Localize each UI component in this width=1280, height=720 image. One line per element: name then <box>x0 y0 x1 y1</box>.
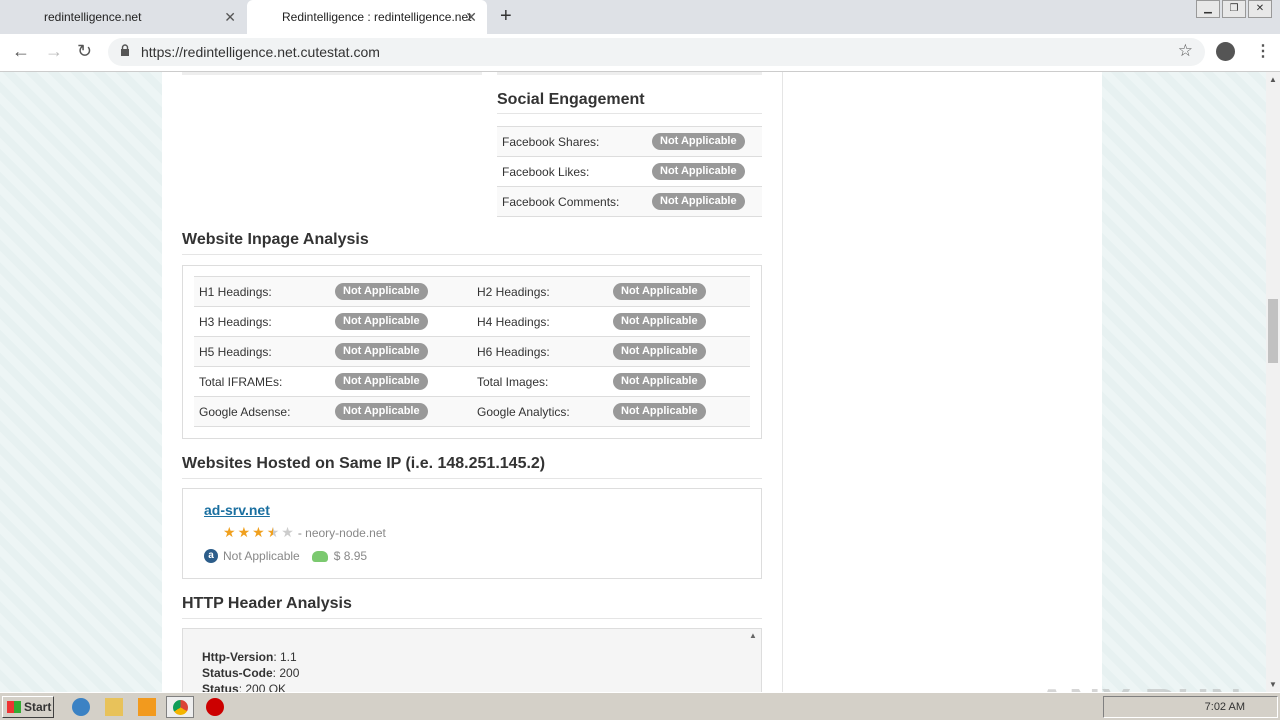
status-badge: Not Applicable <box>613 403 706 420</box>
menu-icon[interactable]: ⋮ <box>1255 41 1271 61</box>
status-badge: Not Applicable <box>613 283 706 300</box>
status-badge: Not Applicable <box>335 343 428 360</box>
social-row: Facebook Comments: Not Applicable <box>497 187 762 217</box>
hosted-site-link[interactable]: ad-srv.net <box>204 502 270 518</box>
http-line: Status-Code: 200 <box>202 666 300 680</box>
sidebar <box>782 72 1102 692</box>
table-row: H5 Headings: Not Applicable H6 Headings:… <box>194 336 750 367</box>
site-worth: $ 8.95 <box>333 549 368 563</box>
tab-active[interactable]: Redintelligence : redintelligence.net ✕ <box>247 0 487 34</box>
half-star-icon: ★ <box>266 524 280 540</box>
window-controls: ▁ ❐ ✕ <box>1194 0 1272 18</box>
social-heading: Social Engagement <box>497 91 645 108</box>
watermark: ANY RUN <box>1036 680 1243 692</box>
url-text: https://redintelligence.net.cutestat.com <box>141 44 380 60</box>
scroll-up-icon[interactable]: ▲ <box>1269 75 1277 84</box>
table-row: Total IFRAMEs: Not Applicable Total Imag… <box>194 366 750 397</box>
status-badge: Not Applicable <box>335 313 428 330</box>
status-badge: Not Applicable <box>652 133 745 150</box>
star-icon: ★ <box>252 524 265 540</box>
forward-icon[interactable]: → <box>45 41 63 62</box>
social-row: Facebook Shares: Not Applicable <box>497 127 762 157</box>
star-icon: ★ <box>223 524 236 540</box>
inpage-table: H1 Headings: Not Applicable H2 Headings:… <box>194 276 750 427</box>
site-meta: a Not Applicable $ 8.95 <box>204 549 367 563</box>
tab-title: redintelligence.net <box>44 10 142 24</box>
page-scrollbar[interactable]: ▲ ▼ <box>1266 72 1280 692</box>
minimize-icon[interactable]: ▁ <box>1196 0 1220 18</box>
account-icon[interactable] <box>1216 42 1235 61</box>
star-icon: ★ <box>281 524 294 540</box>
status-badge: Not Applicable <box>335 373 428 390</box>
folder-icon[interactable] <box>105 698 123 716</box>
http-heading: HTTP Header Analysis <box>182 595 352 612</box>
start-button[interactable]: Start <box>2 696 54 718</box>
lock-icon <box>121 44 129 56</box>
status-badge: Not Applicable <box>335 403 428 420</box>
http-line: Http-Version: 1.1 <box>202 650 297 664</box>
tab-title: Redintelligence : redintelligence.net <box>282 10 472 24</box>
media-player-icon[interactable] <box>138 698 156 716</box>
restore-icon[interactable]: ❐ <box>1222 0 1246 18</box>
status-badge: Not Applicable <box>613 343 706 360</box>
browser-toolbar: ← → ↻ https://redintelligence.net.cutest… <box>0 34 1280 72</box>
status-badge: Not Applicable <box>652 163 745 180</box>
alexa-icon: a <box>204 549 218 563</box>
status-badge: Not Applicable <box>613 313 706 330</box>
hosted-heading: Websites Hosted on Same IP (i.e. 148.251… <box>182 455 546 472</box>
new-tab-icon[interactable]: + <box>500 5 512 28</box>
chrome-taskbar-button[interactable] <box>166 696 194 718</box>
opera-icon[interactable] <box>206 698 224 716</box>
related-site: - neory-node.net <box>297 525 386 540</box>
system-tray: 7:02 AM <box>1103 696 1278 718</box>
inner-scrollbar[interactable]: ▲ <box>747 631 759 692</box>
status-badge: Not Applicable <box>652 193 745 210</box>
inpage-heading: Website Inpage Analysis <box>182 231 369 248</box>
scroll-down-icon[interactable]: ▼ <box>1269 680 1277 689</box>
main-content: Social Engagement Facebook Shares: Not A… <box>162 72 782 692</box>
inpage-panel: H1 Headings: Not Applicable H2 Headings:… <box>182 265 762 439</box>
tab-strip: redintelligence.net ✕ Redintelligence : … <box>0 0 1280 34</box>
rating-stars: ★ ★ ★ ★ ★ - neory-node.net <box>223 524 386 541</box>
close-tab-icon[interactable]: ✕ <box>465 9 477 26</box>
table-row: Google Adsense: Not Applicable Google An… <box>194 396 750 427</box>
table-row: H1 Headings: Not Applicable H2 Headings:… <box>194 276 750 307</box>
http-line: Status: 200 OK <box>202 682 287 692</box>
status-badge: Not Applicable <box>335 283 428 300</box>
reload-icon[interactable]: ↻ <box>77 41 92 62</box>
social-table: Facebook Shares: Not Applicable Facebook… <box>497 126 762 217</box>
bookmark-star-icon[interactable]: ☆ <box>1178 41 1193 61</box>
social-row: Facebook Likes: Not Applicable <box>497 157 762 187</box>
close-tab-icon[interactable]: ✕ <box>224 9 236 26</box>
ie-icon[interactable] <box>72 698 90 716</box>
money-icon <box>311 550 328 562</box>
close-window-icon[interactable]: ✕ <box>1248 0 1272 18</box>
star-icon: ★ <box>237 524 251 540</box>
alexa-rank: Not Applicable <box>223 549 300 563</box>
hosted-site-card: ad-srv.net ★ ★ ★ ★ ★ - neory-node.net a … <box>182 488 762 579</box>
page-viewport: Social Engagement Facebook Shares: Not A… <box>0 72 1266 692</box>
table-row: H3 Headings: Not Applicable H4 Headings:… <box>194 306 750 337</box>
address-bar[interactable]: https://redintelligence.net.cutestat.com… <box>108 38 1205 66</box>
clock: 7:02 AM <box>1204 701 1245 713</box>
taskbar: Start 7:02 AM <box>0 692 1280 720</box>
http-header-box: Http-Version: 1.1 Status-Code: 200 Statu… <box>182 628 762 692</box>
scroll-thumb[interactable] <box>1268 299 1278 363</box>
windows-logo-icon <box>7 701 21 713</box>
status-badge: Not Applicable <box>613 373 706 390</box>
tab-redintelligence[interactable]: redintelligence.net ✕ <box>0 0 246 34</box>
back-icon[interactable]: ← <box>12 41 30 62</box>
